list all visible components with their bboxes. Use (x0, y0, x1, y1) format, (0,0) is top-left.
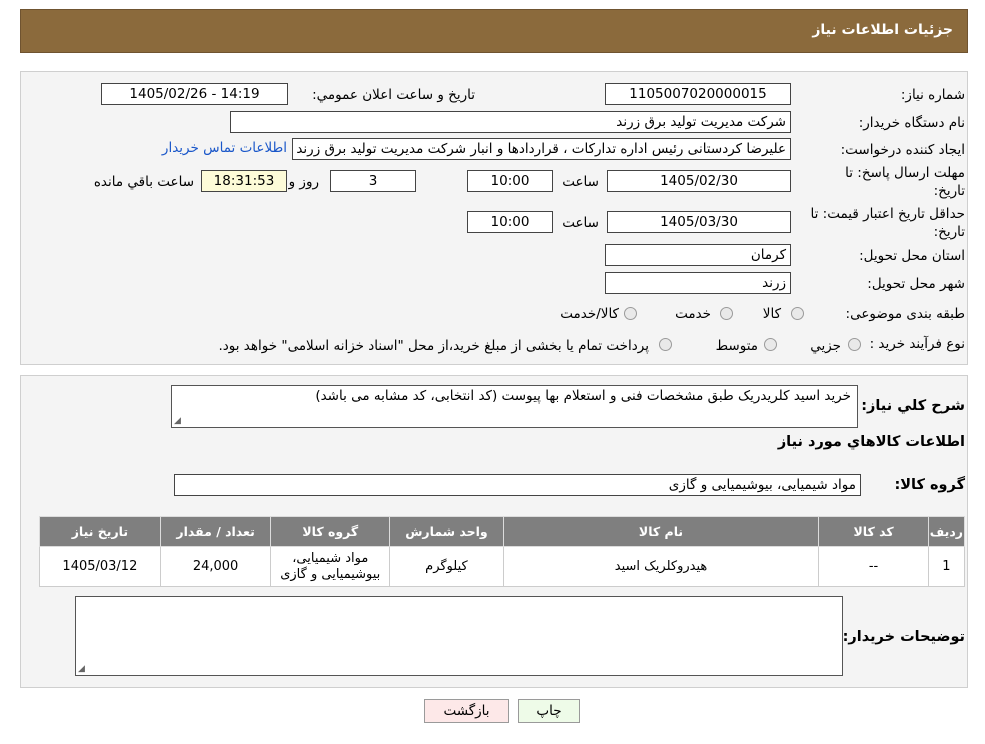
remaining-time-field: 18:31:53 (201, 170, 287, 192)
cell-code: -- (818, 546, 929, 587)
goods-group-field: مواد شیمیایی، بیوشیمیایی و گازی (174, 474, 861, 496)
col-unit-header: واحد شمارش (389, 516, 504, 547)
table-header-row: رديف کد کالا نام کالا واحد شمارش گروه کا… (39, 516, 966, 547)
buyer-org-field: شرکت مدیریت تولید برق زرند (230, 111, 791, 133)
process-treasury-radio[interactable] (659, 338, 672, 351)
cell-date: 1405/03/12 (39, 546, 161, 587)
process-medium-label: متوسط (715, 338, 758, 354)
cell-name: هیدروکلریک اسید (502, 546, 820, 587)
page-header: جزئیات اطلاعات نیاز (20, 9, 968, 53)
creator-field: علیرضا کردستانی رئیس اداره تدارکات ، قرا… (292, 138, 791, 160)
category-goods-service-radio[interactable] (624, 307, 637, 320)
buyer-notes-field: ◢ (75, 596, 843, 676)
process-note: پرداخت تمام یا بخشی از مبلغ خرید،از محل … (218, 338, 649, 354)
validity-date-field: 1405/03/30 (607, 211, 791, 233)
buyer-org-label: نام دستگاه خريدار: (858, 115, 965, 131)
deadline-time-label: ساعت (562, 174, 599, 190)
col-qty-header: تعداد / مقدار (159, 516, 272, 547)
deadline-label-date: تاریخ: (933, 183, 965, 199)
resize-handle-icon[interactable]: ◢ (78, 664, 85, 674)
cell-unit: کیلوگرم (389, 546, 504, 587)
process-minor-label: جزیي (810, 338, 841, 354)
category-goods-label: کالا (762, 306, 781, 322)
need-number-field: 1105007020000015 (605, 83, 791, 105)
cell-qty: 24,000 (159, 546, 272, 587)
validity-time-label: ساعت (562, 215, 599, 231)
city-label: شهر محل تحویل: (867, 276, 965, 292)
validity-time-field: 10:00 (467, 211, 553, 233)
resize-handle-icon[interactable]: ◢ (174, 416, 181, 426)
page-title: جزئیات اطلاعات نیاز (812, 22, 953, 38)
days-label: روز و (288, 174, 319, 190)
back-button[interactable]: بازگشت (424, 699, 509, 723)
goods-group-label: گروه کالا: (894, 477, 965, 493)
category-service-radio[interactable] (720, 307, 733, 320)
goods-section-title: اطلاعات كالاهاي مورد نياز (777, 434, 965, 450)
cell-group: مواد شیمیایی، بیوشیمیایی و گازی (270, 546, 391, 587)
need-number-label: شماره نیاز: (900, 87, 965, 103)
description-label: شرح كلي نياز: (861, 398, 965, 414)
deadline-date-field: 1405/02/30 (607, 170, 791, 192)
days-remaining-field: 3 (330, 170, 416, 192)
buyer-notes-label: توضیحات خریدار: (842, 629, 965, 645)
col-row-header: رديف (927, 516, 966, 547)
category-label: طبقه بندی موضوعی: (845, 306, 965, 322)
validity-label: حداقل تاریخ اعتبار قیمت: تا (810, 206, 965, 222)
goods-table: رديف کد کالا نام کالا واحد شمارش گروه کا… (39, 516, 966, 587)
process-medium-radio[interactable] (764, 338, 777, 351)
table-row: 1 -- هیدروکلریک اسید کیلوگرم مواد شیمیای… (39, 546, 966, 587)
process-label: نوع فرآیند خرید : (869, 336, 965, 352)
buyer-contact-link[interactable]: اطلاعات تماس خريدار (162, 140, 287, 156)
print-button[interactable]: چاپ (518, 699, 580, 723)
deadline-label: مهلت ارسال پاسخ: تا (845, 165, 965, 181)
city-field: زرند (605, 272, 791, 294)
col-group-header: گروه کالا (270, 516, 391, 547)
remaining-time-label: ساعت باقي مانده (93, 174, 194, 190)
description-field: خرید اسید کلریدریک طبق مشخصات فنی و استع… (171, 385, 858, 428)
category-goods-radio[interactable] (791, 307, 804, 320)
announce-label: تاریخ و ساعت اعلان عمومي: (312, 87, 475, 103)
category-goods-service-label: کالا/خدمت (560, 306, 619, 322)
col-name-header: نام کالا (502, 516, 820, 547)
col-code-header: کد کالا (818, 516, 929, 547)
cell-row: 1 (927, 546, 966, 587)
buyer-notes-text (76, 597, 842, 601)
col-date-header: تاریخ نیاز (39, 516, 161, 547)
description-text: خرید اسید کلریدریک طبق مشخصات فنی و استع… (315, 388, 851, 404)
process-minor-radio[interactable] (848, 338, 861, 351)
deadline-time-field: 10:00 (467, 170, 553, 192)
validity-label-date: تاریخ: (933, 224, 965, 240)
province-label: استان محل تحویل: (859, 248, 965, 264)
province-field: کرمان (605, 244, 791, 266)
category-service-label: خدمت (675, 306, 711, 322)
creator-label: ایجاد کننده درخواست: (840, 142, 965, 158)
announce-datetime-field: 1405/02/26 - 14:19 (101, 83, 288, 105)
